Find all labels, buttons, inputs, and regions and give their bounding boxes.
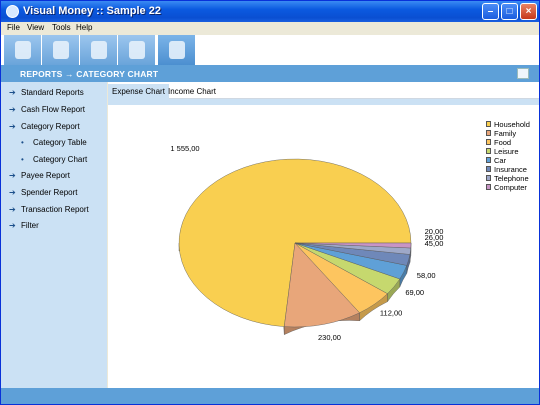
data-label-family: 230,00 [318, 333, 341, 342]
legend-swatch [486, 166, 491, 172]
sidebar-item-spender-report[interactable]: ➔ Spender Report [9, 188, 77, 197]
toolbar-button-groups[interactable] [118, 35, 156, 65]
dot-icon: • [21, 138, 24, 147]
sidebar-item-category-chart[interactable]: • Category Chart [21, 155, 87, 164]
window-title: Visual Money :: Sample 22 [23, 5, 161, 17]
sidebar-item-filter[interactable]: ➔ Filter [9, 221, 39, 230]
legend-label: Food [494, 138, 512, 147]
legend-swatch [486, 184, 491, 190]
arrow-icon: ➔ [9, 88, 16, 97]
arrow-icon: ➔ [9, 122, 16, 131]
sidebar-item-category-table[interactable]: • Category Table [21, 138, 87, 147]
close-button[interactable]: × [520, 3, 537, 20]
dot-icon: • [21, 155, 24, 164]
arrow-icon: ➔ [9, 188, 16, 197]
legend-swatch [486, 148, 491, 154]
legend-label: Insurance [494, 165, 527, 174]
legend-label: Family [494, 129, 517, 138]
toolbar-button-users[interactable] [4, 35, 42, 65]
legend-swatch [486, 130, 491, 136]
user-icon [15, 41, 31, 59]
data-label-car: 58,00 [417, 271, 436, 280]
title-bar[interactable]: Visual Money :: Sample 22 – □ × [1, 1, 539, 22]
maximize-button[interactable]: □ [501, 3, 518, 20]
report-icon [169, 41, 185, 59]
arrow-icon: ➔ [9, 221, 16, 230]
sidebar-item-category-report[interactable]: ➔ Category Report [9, 122, 80, 131]
legend-label: Computer [494, 183, 527, 192]
section-header: REPORTS → CATEGORY CHART [1, 65, 539, 82]
pie-chart: 1 555,00230,00112,0069,0058,0045,0026,00… [170, 144, 444, 342]
toolbar-button-accounts[interactable] [42, 35, 80, 65]
main-content: Expense Chart Income Chart 1 555,00 230,0… [108, 82, 539, 388]
menu-file[interactable]: File [7, 23, 20, 32]
legend-label: Household [494, 120, 530, 129]
minimize-button[interactable]: – [482, 3, 499, 20]
data-label-household: 1 555,00 [170, 144, 199, 153]
legend-swatch [486, 139, 491, 145]
toolbar-button-transfers[interactable] [80, 35, 118, 65]
app-logo-icon [6, 5, 19, 18]
legend-label: Leisure [494, 147, 519, 156]
sidebar-item-payee-report[interactable]: ➔ Payee Report [9, 171, 70, 180]
sidebar-item-label: Payee Report [21, 171, 70, 180]
data-label-computer: 20,00 [425, 227, 444, 236]
arrow-icon: ➔ [9, 171, 16, 180]
sidebar-item-label: Category Table [33, 138, 87, 147]
legend-label: Car [494, 156, 507, 165]
sidebar-item-label: Category Chart [33, 155, 88, 164]
app-window: Visual Money :: Sample 22 – □ × File Vie… [0, 0, 540, 405]
sidebar-item-standard-reports[interactable]: ➔ Standard Reports [9, 88, 84, 97]
sidebar-item-transaction-report[interactable]: ➔ Transaction Report [9, 205, 89, 214]
menu-bar: File View Tools Help [1, 22, 539, 35]
toolbar-button-reports[interactable] [158, 35, 196, 65]
legend-label: Telephone [494, 174, 529, 183]
arrow-icon: ➔ [9, 205, 16, 214]
transfer-icon [91, 41, 107, 59]
toolbar [1, 35, 539, 65]
sidebar-item-label: Category Report [21, 122, 80, 131]
printer-icon[interactable] [517, 68, 529, 79]
menu-tools[interactable]: Tools [52, 23, 71, 32]
legend-swatch [486, 157, 491, 163]
legend-swatch [486, 121, 491, 127]
data-label-leisure: 69,00 [405, 288, 424, 297]
sidebar-item-label: Cash Flow Report [21, 105, 86, 114]
menu-view[interactable]: View [27, 23, 44, 32]
status-bar [1, 388, 539, 404]
breadcrumb: REPORTS → CATEGORY CHART [20, 69, 159, 79]
account-icon [53, 41, 69, 59]
sidebar-item-label: Standard Reports [21, 88, 84, 97]
menu-help[interactable]: Help [76, 23, 92, 32]
legend-swatch [486, 175, 491, 181]
sidebar-item-label: Spender Report [21, 188, 78, 197]
arrow-icon: ➔ [9, 105, 16, 114]
data-label-food: 112,00 [380, 309, 402, 318]
group-icon [129, 41, 145, 59]
sidebar: ➔ Standard Reports ➔ Cash Flow Report ➔ Cat… [1, 82, 107, 388]
sidebar-item-label: Filter [21, 221, 39, 230]
sidebar-item-cash-flow-report[interactable]: ➔ Cash Flow Report [9, 105, 85, 114]
sidebar-item-label: Transaction Report [21, 205, 89, 214]
